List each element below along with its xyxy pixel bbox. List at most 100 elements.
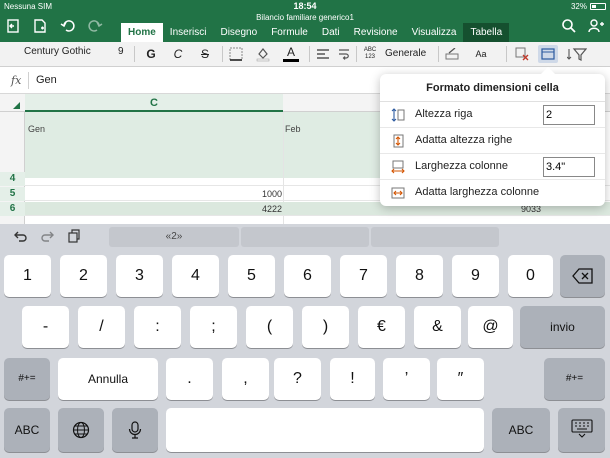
hide-keyboard-key[interactable]: [558, 408, 605, 452]
row-number[interactable]: 4: [0, 172, 25, 186]
keyboard-redo-icon[interactable]: [40, 229, 56, 247]
borders-icon[interactable]: [228, 45, 244, 63]
key-exclamation[interactable]: !: [330, 358, 375, 400]
divider: [309, 46, 310, 62]
undo-key[interactable]: Annulla: [58, 358, 158, 400]
symbols-shift-key-left[interactable]: #+=: [4, 358, 50, 400]
redo-icon[interactable]: [86, 18, 104, 36]
key-close-paren[interactable]: ): [302, 306, 349, 348]
wrap-text-icon[interactable]: [337, 45, 351, 63]
tab-disegno[interactable]: Disegno: [213, 23, 264, 42]
back-icon[interactable]: [4, 18, 22, 36]
tab-revisione[interactable]: Revisione: [347, 23, 405, 42]
keyboard-suggestion-bar: «2»: [0, 224, 610, 250]
return-key[interactable]: invio: [520, 306, 605, 348]
key-7[interactable]: 7: [340, 255, 387, 297]
column-header-c[interactable]: C: [25, 94, 283, 112]
ribbon-toolbar: Century Gothic 9 G C S A ABC 123 General…: [0, 42, 610, 67]
key-0[interactable]: 0: [508, 255, 553, 297]
italic-button[interactable]: C: [171, 45, 185, 63]
autofit-rows-label[interactable]: Adatta altezza righe: [415, 134, 512, 146]
microphone-icon: [128, 421, 142, 439]
key-6[interactable]: 6: [284, 255, 331, 297]
key-euro[interactable]: €: [358, 306, 405, 348]
autofit-columns-label[interactable]: Adatta larghezza colonne: [415, 186, 539, 198]
format-cells-icon[interactable]: [538, 45, 558, 63]
key-dash[interactable]: -: [22, 306, 69, 348]
selected-range[interactable]: [25, 112, 380, 178]
backspace-key[interactable]: [560, 255, 605, 297]
row-height-input[interactable]: [543, 105, 595, 125]
row-number[interactable]: 6: [0, 202, 25, 216]
tab-dati[interactable]: Dati: [315, 23, 347, 42]
cell-value[interactable]: 4222: [262, 202, 282, 216]
formula-input[interactable]: Gen: [36, 74, 57, 86]
key-period[interactable]: .: [166, 358, 213, 400]
key-3[interactable]: 3: [116, 255, 163, 297]
key-comma[interactable]: ,: [222, 358, 269, 400]
key-8[interactable]: 8: [396, 255, 443, 297]
key-at[interactable]: @: [468, 306, 513, 348]
format-cell-icon[interactable]: [444, 45, 460, 63]
strikethrough-button[interactable]: S: [198, 45, 212, 63]
save-file-icon[interactable]: [31, 18, 49, 36]
key-ampersand[interactable]: &: [414, 306, 461, 348]
suggestion-item[interactable]: «2»: [109, 227, 239, 247]
share-user-icon[interactable]: [587, 18, 605, 36]
tab-visualizza[interactable]: Visualizza: [405, 23, 464, 42]
tab-home[interactable]: Home: [121, 23, 163, 42]
font-size-select[interactable]: 9: [118, 46, 124, 57]
key-slash[interactable]: /: [78, 306, 125, 348]
font-color-button[interactable]: A: [283, 45, 299, 63]
abc-key-left[interactable]: ABC: [4, 408, 50, 452]
column-width-label: Larghezza colonne: [415, 160, 508, 172]
suggestion-item-empty[interactable]: [241, 227, 369, 247]
key-1[interactable]: 1: [4, 255, 51, 297]
suggestion-item-empty[interactable]: [371, 227, 499, 247]
tab-inserisci[interactable]: Inserisci: [163, 23, 214, 42]
fill-color-icon[interactable]: [255, 45, 271, 63]
globe-icon: [72, 421, 90, 439]
autofit-columns-row[interactable]: Adatta larghezza colonne: [380, 180, 605, 206]
key-4[interactable]: 4: [172, 255, 219, 297]
abc-key-right[interactable]: ABC: [492, 408, 550, 452]
select-all-corner[interactable]: [13, 102, 20, 109]
keyboard-paste-icon[interactable]: [67, 229, 81, 247]
key-apostrophe[interactable]: ’: [383, 358, 430, 400]
row-height-row: Altezza riga: [380, 102, 605, 128]
dictation-key[interactable]: [112, 408, 158, 452]
cell-size-popover: Formato dimensioni cella Altezza riga Ad…: [380, 67, 605, 206]
key-question[interactable]: ?: [274, 358, 321, 400]
space-bar[interactable]: [166, 408, 484, 452]
column-width-input[interactable]: [543, 157, 595, 177]
key-colon[interactable]: :: [134, 306, 181, 348]
search-icon[interactable]: [560, 18, 578, 36]
key-2[interactable]: 2: [60, 255, 107, 297]
fx-label[interactable]: fx: [11, 74, 21, 87]
insert-delete-cells-icon[interactable]: [514, 45, 530, 63]
globe-key[interactable]: [58, 408, 104, 452]
cell-styles-button[interactable]: Aa: [473, 45, 489, 63]
cell-value[interactable]: 1000: [262, 187, 282, 201]
status-bar: Nessuna SIM 18:54 32%: [0, 0, 610, 14]
key-semicolon[interactable]: ;: [190, 306, 237, 348]
divider: [438, 46, 439, 62]
keyboard-undo-icon[interactable]: [12, 229, 28, 247]
autofit-rows-row[interactable]: Adatta altezza righe: [380, 128, 605, 154]
tab-formule[interactable]: Formule: [264, 23, 315, 42]
font-name-select[interactable]: Century Gothic: [24, 46, 91, 57]
tab-tabella[interactable]: Tabella: [463, 23, 510, 42]
key-double-prime[interactable]: ″: [437, 358, 484, 400]
bold-button[interactable]: G: [144, 45, 158, 63]
symbols-shift-key-right[interactable]: #+=: [544, 358, 605, 400]
sort-filter-icon[interactable]: [566, 45, 588, 63]
number-format-select[interactable]: Generale: [385, 45, 433, 63]
key-open-paren[interactable]: (: [246, 306, 293, 348]
key-5[interactable]: 5: [228, 255, 275, 297]
key-9[interactable]: 9: [452, 255, 499, 297]
row-number[interactable]: 5: [0, 187, 25, 201]
cell-d3[interactable]: Feb: [285, 124, 301, 134]
undo-icon[interactable]: [59, 18, 77, 36]
cell-c3[interactable]: Gen: [28, 124, 45, 134]
align-left-icon[interactable]: [315, 45, 331, 63]
